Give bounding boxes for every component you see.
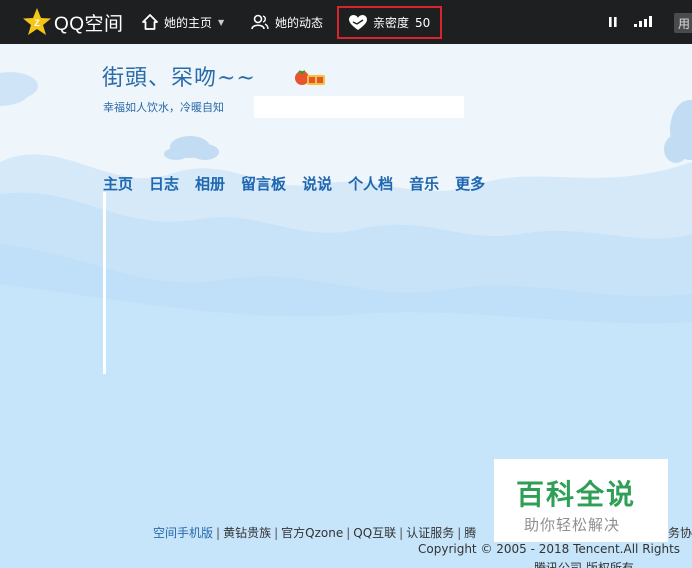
separator: | xyxy=(274,526,279,540)
footer-link-auth[interactable]: 认证服务 xyxy=(406,526,454,540)
user-button[interactable]: 用 xyxy=(674,13,692,33)
space-tabs: 主页 日志 相册 留言板 说说 个人档 音乐 更多 xyxy=(103,173,501,194)
watermark-box: 百科全说 助你轻松解决 xyxy=(494,459,668,542)
user-group-icon xyxy=(251,14,269,30)
separator: | xyxy=(399,526,404,540)
nav-her-feed[interactable]: 她的动态 xyxy=(251,0,323,44)
footer-link-truncated[interactable]: 腾 xyxy=(464,526,476,540)
intimacy-value: 50 xyxy=(415,15,431,30)
tab-guestbook[interactable]: 留言板 xyxy=(241,173,286,194)
separator: | xyxy=(216,526,221,540)
watermark-subtitle: 助你轻松解决 xyxy=(524,516,621,534)
intimacy-button[interactable]: 亲密度 50 xyxy=(337,6,442,39)
footer-link-connect[interactable]: QQ互联 xyxy=(353,526,396,540)
qzone-logo[interactable]: Z QQ空间 xyxy=(22,7,124,37)
nav-her-homepage[interactable]: 她的主页 ▼ xyxy=(142,0,224,44)
tab-shuoshuo[interactable]: 说说 xyxy=(302,173,332,194)
tomato-badge-icon[interactable] xyxy=(294,68,326,86)
tab-home[interactable]: 主页 xyxy=(103,173,133,194)
signal-bars-icon[interactable] xyxy=(634,0,652,44)
top-navigation-bar: Z QQ空间 她的主页 ▼ 她的动态 亲密度 50 用 xyxy=(0,0,692,44)
footer-trailing-text: 务协 xyxy=(668,526,692,540)
footer-link-official[interactable]: 官方Qzone xyxy=(281,526,343,540)
tab-profile[interactable]: 个人档 xyxy=(348,173,393,194)
heart-icon xyxy=(349,14,367,30)
home-icon xyxy=(142,14,158,30)
content-divider xyxy=(103,192,106,374)
copyright-text: Copyright © 2005 - 2018 Tencent.All Righ… xyxy=(418,542,681,556)
separator: | xyxy=(346,526,351,540)
logo-text: QQ空间 xyxy=(54,13,124,35)
nav-home-label: 她的主页 xyxy=(164,15,213,30)
blank-banner xyxy=(254,96,464,118)
rights-text: 腾讯公司 版权所有 xyxy=(534,561,634,568)
space-title: 街頭、罙吻~~ xyxy=(102,66,256,91)
pause-icon[interactable] xyxy=(608,0,618,44)
tab-blog[interactable]: 日志 xyxy=(149,173,179,194)
intimacy-label: 亲密度 xyxy=(373,16,410,30)
chevron-down-icon: ▼ xyxy=(218,17,225,27)
tab-music[interactable]: 音乐 xyxy=(409,173,439,194)
tab-album[interactable]: 相册 xyxy=(195,173,225,194)
space-subtitle: 幸福如人饮水，冷暖自知 xyxy=(103,101,224,114)
watermark-title: 百科全说 xyxy=(516,478,637,511)
qzone-star-icon: Z xyxy=(23,8,51,35)
separator: | xyxy=(457,526,462,540)
footer-link-vip[interactable]: 黄钻贵族 xyxy=(223,526,271,540)
svg-text:Z: Z xyxy=(34,18,40,28)
nav-feed-label: 她的动态 xyxy=(275,15,324,30)
footer-link-mobile[interactable]: 空间手机版 xyxy=(153,526,213,540)
tab-more[interactable]: 更多 xyxy=(455,173,485,194)
